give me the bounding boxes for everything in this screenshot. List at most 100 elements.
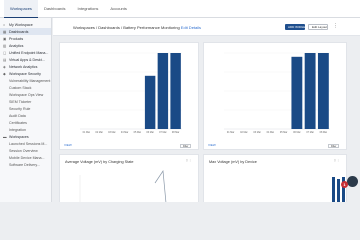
sidebar-item-label: Network Analytics [9, 64, 38, 69]
widget-card-bottom-left: Average Voltage (mV) by Charging State ▯… [59, 154, 199, 202]
device-icon: ▢ [3, 50, 7, 55]
sidebar-item-label: Virtual Apps & Deskt... [9, 57, 45, 62]
folder-icon: ▬ [3, 134, 7, 139]
x-tick-label: 01 Mar [83, 131, 91, 134]
bar[interactable] [170, 53, 181, 129]
sidebar-item-label: Custom Stack [9, 85, 32, 90]
breadcrumb-root[interactable]: Workspaces [73, 25, 95, 30]
filter-button[interactable]: Filter [180, 144, 192, 148]
line-chart-bottom-left [79, 169, 167, 202]
sidebar-item[interactable]: ▥ Analytics [0, 42, 51, 49]
x-tick-label: 07 Mar [306, 131, 314, 134]
sidebar-item[interactable]: ▤ Virtual Apps & Deskt... [0, 56, 51, 63]
sidebar-item-label: Products [9, 36, 24, 41]
x-tick-label: 01 Mar [227, 131, 235, 134]
bar[interactable] [157, 53, 169, 129]
x-tick-label: 08 Mar [172, 131, 180, 134]
breadcrumb-dashboards[interactable]: Dashboards [98, 25, 120, 30]
sidebar-item[interactable]: Integration [0, 126, 51, 133]
x-tick-label: 06 Mar [146, 131, 154, 134]
apps-icon: ▤ [3, 57, 7, 62]
notification-badge[interactable]: 1 [341, 181, 348, 188]
box-icon: ▣ [3, 36, 7, 41]
sidebar-item-label: Software Delivery... [9, 162, 40, 167]
sidebar-item-label: Mobile Device Mana... [9, 155, 45, 160]
page-title: Battery Performance Monitoring [123, 25, 180, 30]
tab-dashboards[interactable]: Dashboards [38, 0, 72, 18]
sidebar-item-label: Workspace Security [9, 71, 41, 76]
add-widget-button[interactable]: ADD WIDGET [285, 24, 307, 30]
sidebar-item[interactable]: Custom Stack [0, 84, 51, 91]
bar-chart-top-right: 01 Mar 02 Mar 03 Mar 04 Mar 05 Mar 06 Mar 07 M… [224, 52, 330, 134]
sidebar-item-label: Unified Endpoint Mana... [9, 50, 49, 55]
sidebar-item[interactable]: ◆ Workspace Security [0, 70, 51, 77]
sidebar-item[interactable]: ▢ Unified Endpoint Mana... [0, 49, 51, 56]
sidebar-item-label: Certificates [9, 120, 27, 125]
x-tick-label: 02 Mar [95, 131, 103, 134]
x-tick-label: 07 Mar [159, 131, 167, 134]
grid-icon: ▦ [3, 29, 7, 34]
bar[interactable] [304, 53, 316, 129]
sidebar-item[interactable]: Certificates [0, 119, 51, 126]
shield-icon: ◆ [3, 71, 6, 76]
sidebar-item[interactable]: ⌂ My Workspace [0, 21, 51, 28]
view-link[interactable]: VIEW [208, 143, 216, 147]
sidebar-item[interactable]: ◈ Network Analytics [0, 63, 51, 70]
x-tick-label: 08 Mar [320, 131, 328, 134]
chat-support-icon[interactable] [347, 176, 358, 187]
page-header: Workspaces / Dashboards / Battery Perfor… [53, 18, 360, 36]
sidebar-item-label: Security Rule [9, 106, 31, 111]
network-icon: ◈ [3, 64, 6, 69]
bar-chart-top-left: 01 Mar 02 Mar 03 Mar 04 Mar 05 Mar 06 Mar 07 M… [80, 52, 182, 134]
widget-card-bottom-right: Max Voltage (mV) by Device ▯ ⋮ [203, 154, 347, 202]
sidebar-item-label: My Workspace [9, 22, 33, 27]
tab-accounts[interactable]: Accounts [104, 0, 132, 18]
edit-layout-button[interactable]: Edit Layout [308, 24, 328, 30]
bar[interactable] [291, 56, 303, 129]
widget-card-top-right: 01 Mar 02 Mar 03 Mar 04 Mar 05 Mar 06 Mar 07 M… [203, 42, 347, 150]
view-link[interactable]: VIEW [64, 143, 72, 147]
sidebar-item-label: Vulnerability Management [9, 78, 51, 83]
sidebar-item-label: Workspaces [9, 134, 29, 139]
x-tick-label: 05 Mar [280, 131, 288, 134]
sidebar-item[interactable]: Session Overview [0, 147, 51, 154]
bar[interactable] [317, 53, 329, 129]
x-tick-label: 06 Mar [293, 131, 301, 134]
main-content: Workspaces / Dashboards / Battery Perfor… [53, 18, 360, 202]
sidebar-item-label: Dashboards [9, 29, 29, 34]
sidebar-item-label: SIEM Ticketer [9, 99, 32, 104]
sidebar-item-label: Launched Sessions M... [9, 141, 48, 146]
sidebar-item[interactable]: Launched Sessions M... [0, 140, 51, 147]
sidebar-item[interactable]: Software Delivery... [0, 161, 51, 168]
sidebar-item[interactable]: Mobile Device Mana... [0, 154, 51, 161]
sidebar-item[interactable]: Workspace Ops View [0, 91, 51, 98]
bar[interactable] [144, 75, 156, 129]
sidebar-item[interactable]: Vulnerability Management [0, 77, 51, 84]
sidebar: ⌂ My Workspace ▦ Dashboards ▣ Products ▥ Analyt… [0, 18, 52, 202]
x-tick-label: 04 Mar [121, 131, 129, 134]
tab-workspaces[interactable]: Workspaces [4, 0, 38, 18]
widget-card-top-left: 01 Mar 02 Mar 03 Mar 04 Mar 05 Mar 06 Mar 07 M… [59, 42, 199, 150]
sidebar-item[interactable]: SIEM Ticketer [0, 98, 51, 105]
top-navigation: Workspaces Dashboards Integrations Accou… [0, 0, 360, 18]
sidebar-item[interactable]: Security Rule [0, 105, 51, 112]
sidebar-item-label: Session Overview [9, 148, 38, 153]
tab-integrations[interactable]: Integrations [72, 0, 105, 18]
x-tick-label: 03 Mar [253, 131, 261, 134]
chart-icon: ▥ [3, 43, 7, 48]
sidebar-item[interactable]: ▣ Products [0, 35, 51, 42]
sidebar-item[interactable]: ▬ Workspaces [0, 133, 51, 140]
more-options-icon[interactable]: ⋮ [333, 23, 338, 29]
sidebar-item[interactable]: ▦ Dashboards [0, 28, 51, 35]
voltage-line [154, 169, 167, 202]
sidebar-item[interactable]: Audit Data [0, 112, 51, 119]
sidebar-item-label: Integration [9, 127, 26, 132]
x-tick-label: 05 Mar [134, 131, 142, 134]
device-bar [332, 177, 335, 202]
edit-details-link[interactable]: Edit Details [181, 25, 201, 30]
filter-button[interactable]: Filter [328, 144, 340, 148]
x-tick-label: 02 Mar [240, 131, 248, 134]
sidebar-item-label: Audit Data [9, 113, 26, 118]
device-bar [337, 179, 340, 202]
x-tick-label: 04 Mar [267, 131, 275, 134]
